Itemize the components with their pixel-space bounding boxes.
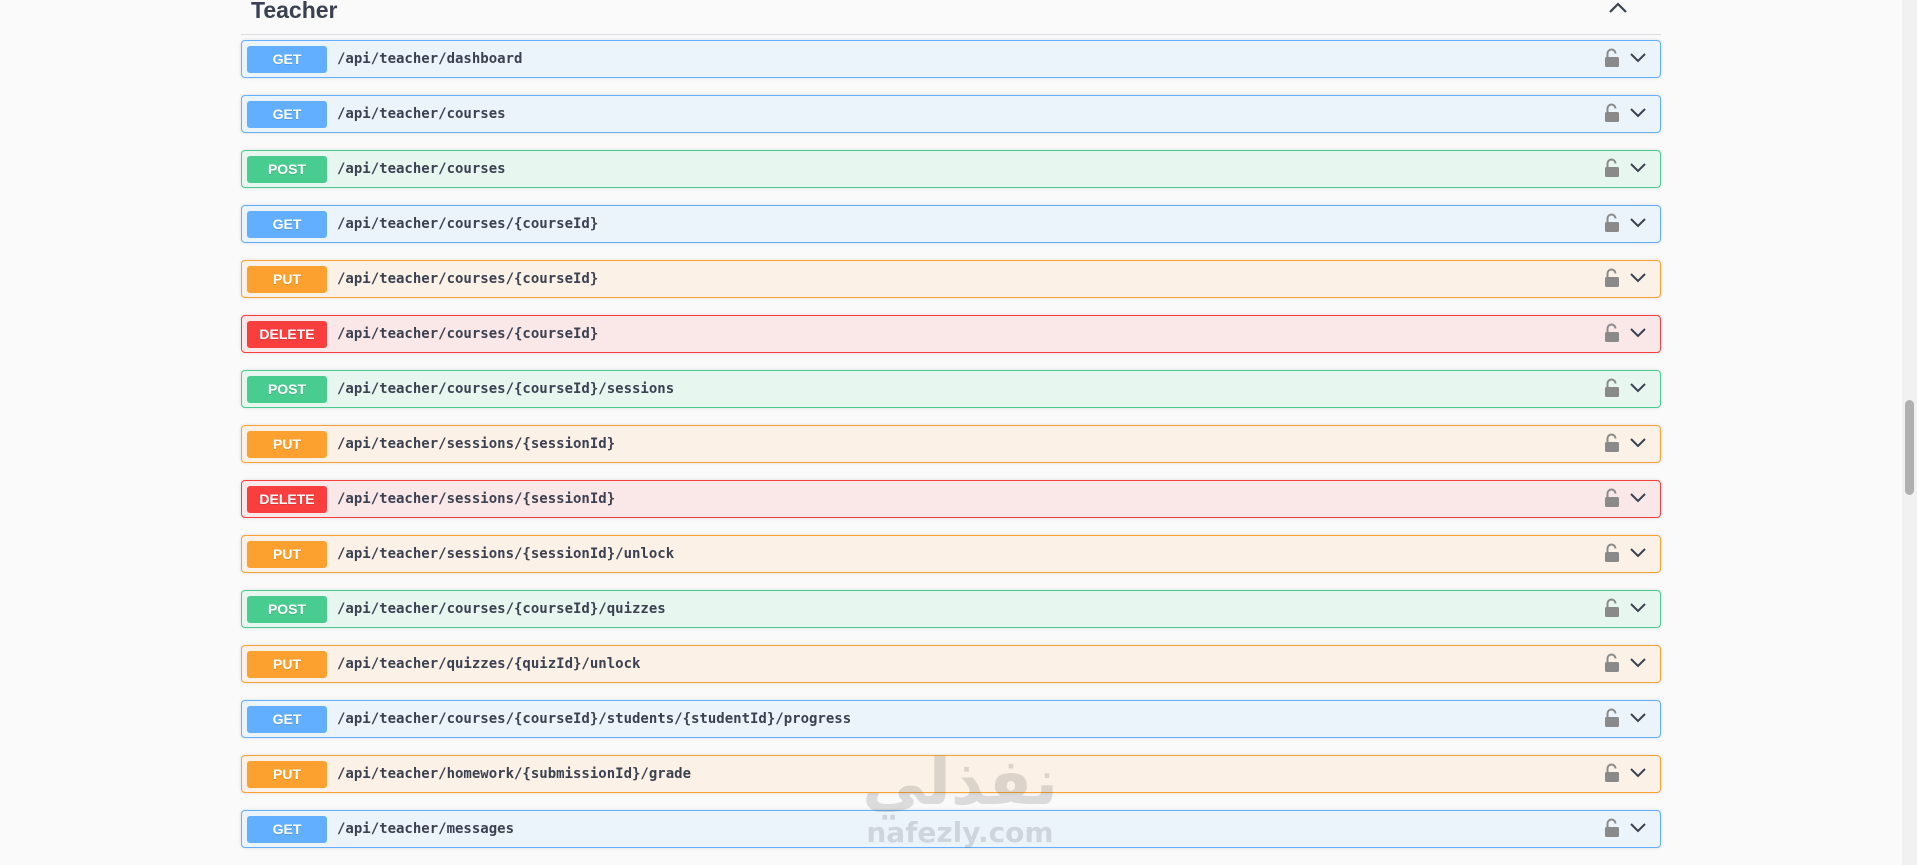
method-badge: POST [247, 595, 327, 623]
operation-block[interactable]: GET /api/teacher/courses/{courseId}/stud… [241, 700, 1661, 738]
lock-icon[interactable] [1604, 323, 1620, 343]
lock-icon[interactable] [1604, 48, 1620, 68]
scrollbar-thumb[interactable] [1905, 400, 1914, 495]
chevron-down-icon[interactable] [1628, 765, 1648, 781]
operation-path: /api/teacher/sessions/{sessionId} [337, 491, 616, 507]
chevron-down-icon[interactable] [1628, 655, 1648, 671]
chevron-down-icon[interactable] [1628, 600, 1648, 616]
operation-block[interactable]: GET /api/teacher/courses/{courseId} [241, 205, 1661, 243]
operation-block[interactable]: GET /api/teacher/courses [241, 95, 1661, 133]
method-badge: GET [247, 815, 327, 843]
chevron-up-icon[interactable] [1605, 0, 1631, 18]
operation-block[interactable]: DELETE /api/teacher/sessions/{sessionId} [241, 480, 1661, 518]
lock-icon[interactable] [1604, 818, 1620, 838]
operation-path: /api/teacher/courses [337, 161, 506, 177]
method-badge: DELETE [247, 485, 327, 513]
operation-path: /api/teacher/courses/{courseId} [337, 271, 599, 287]
operation-block[interactable]: POST /api/teacher/courses/{courseId}/qui… [241, 590, 1661, 628]
operation-path: /api/teacher/quizzes/{quizId}/unlock [337, 656, 641, 672]
operation-path: /api/teacher/courses [337, 106, 506, 122]
operation-path: /api/teacher/courses/{courseId} [337, 326, 599, 342]
method-badge: PUT [247, 760, 327, 788]
operation-block[interactable]: POST /api/teacher/courses [241, 150, 1661, 188]
method-badge: DELETE [247, 320, 327, 348]
operation-path: /api/teacher/sessions/{sessionId}/unlock [337, 546, 675, 562]
chevron-down-icon[interactable] [1628, 545, 1648, 561]
operation-block[interactable]: GET /api/teacher/dashboard [241, 40, 1661, 78]
lock-icon[interactable] [1604, 433, 1620, 453]
chevron-down-icon[interactable] [1628, 50, 1648, 66]
operation-path: /api/teacher/courses/{courseId} [337, 216, 599, 232]
method-badge: GET [247, 705, 327, 733]
operation-block[interactable]: POST /api/teacher/courses/{courseId}/ses… [241, 370, 1661, 408]
lock-icon[interactable] [1604, 378, 1620, 398]
operations-list: GET /api/teacher/dashboard GET /api/teac… [241, 40, 1661, 865]
operation-path: /api/teacher/sessions/{sessionId} [337, 436, 616, 452]
section-title: Teacher [251, 0, 338, 23]
operation-block[interactable]: PUT /api/teacher/quizzes/{quizId}/unlock [241, 645, 1661, 683]
operation-path: /api/teacher/courses/{courseId}/sessions [337, 381, 675, 397]
operation-block[interactable]: GET /api/teacher/messages [241, 810, 1661, 848]
method-badge: PUT [247, 430, 327, 458]
lock-icon[interactable] [1604, 708, 1620, 728]
operation-block[interactable]: DELETE /api/teacher/courses/{courseId} [241, 315, 1661, 353]
method-badge: GET [247, 210, 327, 238]
method-badge: PUT [247, 540, 327, 568]
lock-icon[interactable] [1604, 213, 1620, 233]
method-badge: POST [247, 155, 327, 183]
lock-icon[interactable] [1604, 763, 1620, 783]
lock-icon[interactable] [1604, 158, 1620, 178]
operation-path: /api/teacher/courses/{courseId}/quizzes [337, 601, 666, 617]
operation-path: /api/teacher/messages [337, 821, 515, 837]
operation-path: /api/teacher/dashboard [337, 51, 523, 67]
lock-icon[interactable] [1604, 653, 1620, 673]
operation-path: /api/teacher/courses/{courseId}/students… [337, 711, 852, 727]
operation-path: /api/teacher/homework/{submissionId}/gra… [337, 766, 692, 782]
method-badge: POST [247, 375, 327, 403]
operation-block[interactable]: PUT /api/teacher/sessions/{sessionId}/un… [241, 535, 1661, 573]
lock-icon[interactable] [1604, 103, 1620, 123]
method-badge: GET [247, 100, 327, 128]
chevron-down-icon[interactable] [1628, 490, 1648, 506]
operation-block[interactable]: PUT /api/teacher/courses/{courseId} [241, 260, 1661, 298]
scrollbar[interactable] [1902, 0, 1917, 865]
chevron-down-icon[interactable] [1628, 710, 1648, 726]
chevron-down-icon[interactable] [1628, 160, 1648, 176]
chevron-down-icon[interactable] [1628, 105, 1648, 121]
method-badge: PUT [247, 650, 327, 678]
chevron-down-icon[interactable] [1628, 215, 1648, 231]
method-badge: GET [247, 45, 327, 73]
lock-icon[interactable] [1604, 488, 1620, 508]
lock-icon[interactable] [1604, 543, 1620, 563]
chevron-down-icon[interactable] [1628, 325, 1648, 341]
lock-icon[interactable] [1604, 598, 1620, 618]
operation-block[interactable]: PUT /api/teacher/homework/{submissionId}… [241, 755, 1661, 793]
section-header-teacher[interactable]: Teacher [241, 0, 1661, 35]
chevron-down-icon[interactable] [1628, 820, 1648, 836]
chevron-down-icon[interactable] [1628, 435, 1648, 451]
chevron-down-icon[interactable] [1628, 270, 1648, 286]
lock-icon[interactable] [1604, 268, 1620, 288]
operation-block[interactable]: PUT /api/teacher/sessions/{sessionId} [241, 425, 1661, 463]
chevron-down-icon[interactable] [1628, 380, 1648, 396]
method-badge: PUT [247, 265, 327, 293]
